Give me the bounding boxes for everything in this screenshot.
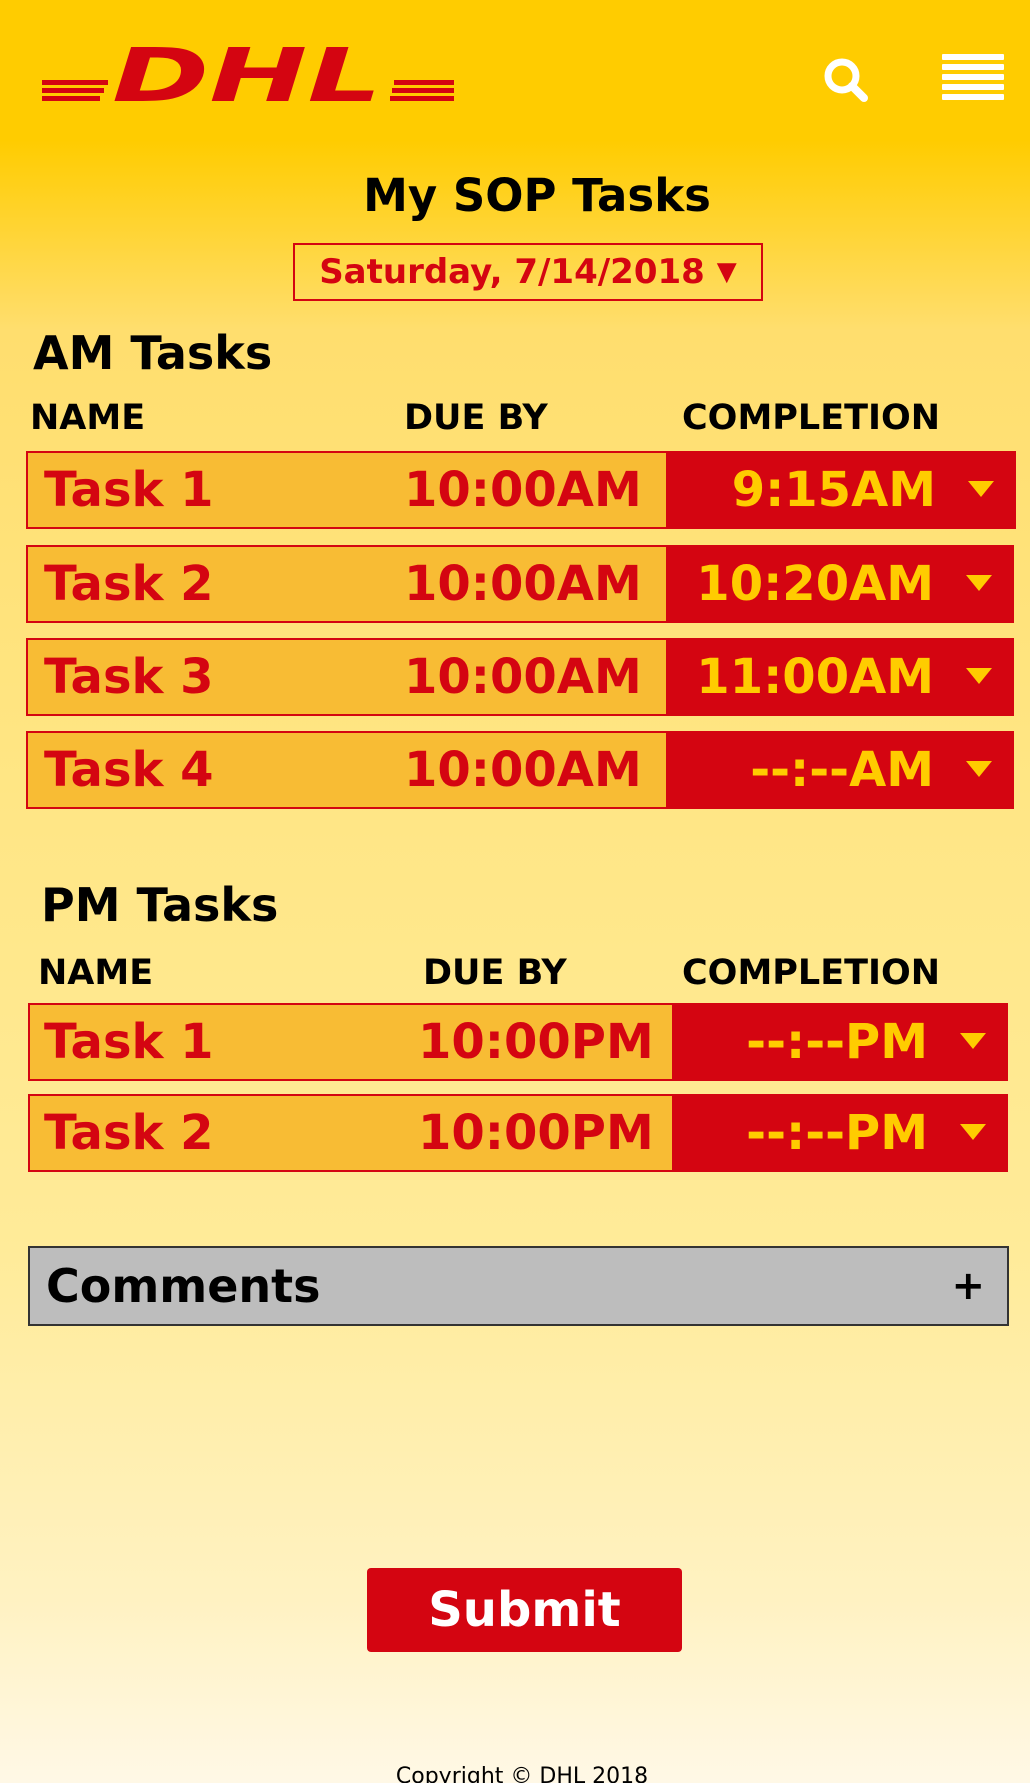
completion-select[interactable]: 9:15AM (668, 451, 1016, 529)
completion-select[interactable]: 10:20AM (668, 545, 1014, 623)
sop-tasks-page: DHL My SOP Tasks Saturday, 7/14/2018 ▼ A… (0, 0, 1030, 1783)
chevron-down-icon: ▼ (716, 257, 737, 287)
completion-value: --:--PM (746, 1014, 928, 1070)
task-name: Task 4 (44, 742, 214, 798)
pm-col-name: NAME (38, 953, 154, 993)
task-due: 10:00AM (404, 649, 642, 705)
task-name: Task 2 (44, 1105, 214, 1161)
menu-button[interactable] (942, 54, 1004, 102)
page-title: My SOP Tasks (363, 169, 711, 222)
chevron-down-icon (966, 668, 992, 684)
chevron-down-icon (960, 1033, 986, 1049)
task-due: 10:00PM (418, 1105, 654, 1161)
plus-icon[interactable]: + (951, 1248, 985, 1324)
comments-accordion[interactable]: Comments + (28, 1246, 1009, 1326)
copyright-text: Copyright © DHL 2018 (395, 1764, 649, 1783)
comments-label: Comments (46, 1259, 321, 1313)
task-info: Task 4 10:00AM (26, 731, 668, 809)
chevron-down-icon (968, 481, 994, 497)
completion-value: --:--AM (750, 742, 934, 798)
hamburger-menu-icon (942, 54, 1004, 100)
date-picker[interactable]: Saturday, 7/14/2018 ▼ (293, 243, 763, 301)
task-info: Task 3 10:00AM (26, 638, 668, 716)
task-info: Task 2 10:00PM (28, 1094, 674, 1172)
search-icon (824, 58, 868, 102)
task-due: 10:00AM (404, 556, 642, 612)
task-name: Task 3 (44, 649, 214, 705)
am-tasks-heading: AM Tasks (33, 326, 273, 380)
completion-select[interactable]: --:--PM (674, 1094, 1008, 1172)
completion-value: --:--PM (746, 1105, 928, 1161)
completion-select[interactable]: --:--PM (674, 1003, 1008, 1081)
completion-select[interactable]: 11:00AM (668, 638, 1014, 716)
completion-value: 11:00AM (696, 649, 934, 705)
am-col-name: NAME (30, 398, 146, 438)
logo-text: DHL (112, 44, 382, 106)
task-due: 10:00PM (418, 1014, 654, 1070)
am-task-row[interactable]: Task 1 10:00AM 9:15AM (26, 451, 1016, 529)
task-name: Task 1 (44, 462, 214, 518)
chevron-down-icon (966, 761, 992, 777)
pm-task-row[interactable]: Task 2 10:00PM --:--PM (28, 1094, 1008, 1172)
am-task-row[interactable]: Task 4 10:00AM --:--AM (26, 731, 1014, 809)
task-due: 10:00AM (404, 462, 642, 518)
task-name: Task 2 (44, 556, 214, 612)
am-task-row[interactable]: Task 3 10:00AM 11:00AM (26, 638, 1014, 716)
completion-value: 9:15AM (731, 462, 936, 518)
completion-select[interactable]: --:--AM (668, 731, 1014, 809)
task-info: Task 2 10:00AM (26, 545, 668, 623)
dhl-logo: DHL (42, 44, 454, 106)
search-button[interactable] (820, 54, 872, 106)
task-name: Task 1 (44, 1014, 214, 1070)
am-task-row[interactable]: Task 2 10:00AM 10:20AM (26, 545, 1014, 623)
task-info: Task 1 10:00PM (28, 1003, 674, 1081)
task-due: 10:00AM (404, 742, 642, 798)
pm-tasks-heading: PM Tasks (41, 878, 279, 932)
submit-button[interactable]: Submit (367, 1568, 682, 1652)
pm-task-row[interactable]: Task 1 10:00PM --:--PM (28, 1003, 1008, 1081)
pm-col-completion: COMPLETION (682, 953, 941, 993)
task-info: Task 1 10:00AM (26, 451, 668, 529)
pm-col-due: DUE BY (423, 953, 567, 993)
completion-value: 10:20AM (696, 556, 934, 612)
am-col-due: DUE BY (404, 398, 548, 438)
chevron-down-icon (966, 575, 992, 591)
chevron-down-icon (960, 1124, 986, 1140)
am-col-completion: COMPLETION (682, 398, 941, 438)
date-value: Saturday, 7/14/2018 (319, 252, 705, 292)
